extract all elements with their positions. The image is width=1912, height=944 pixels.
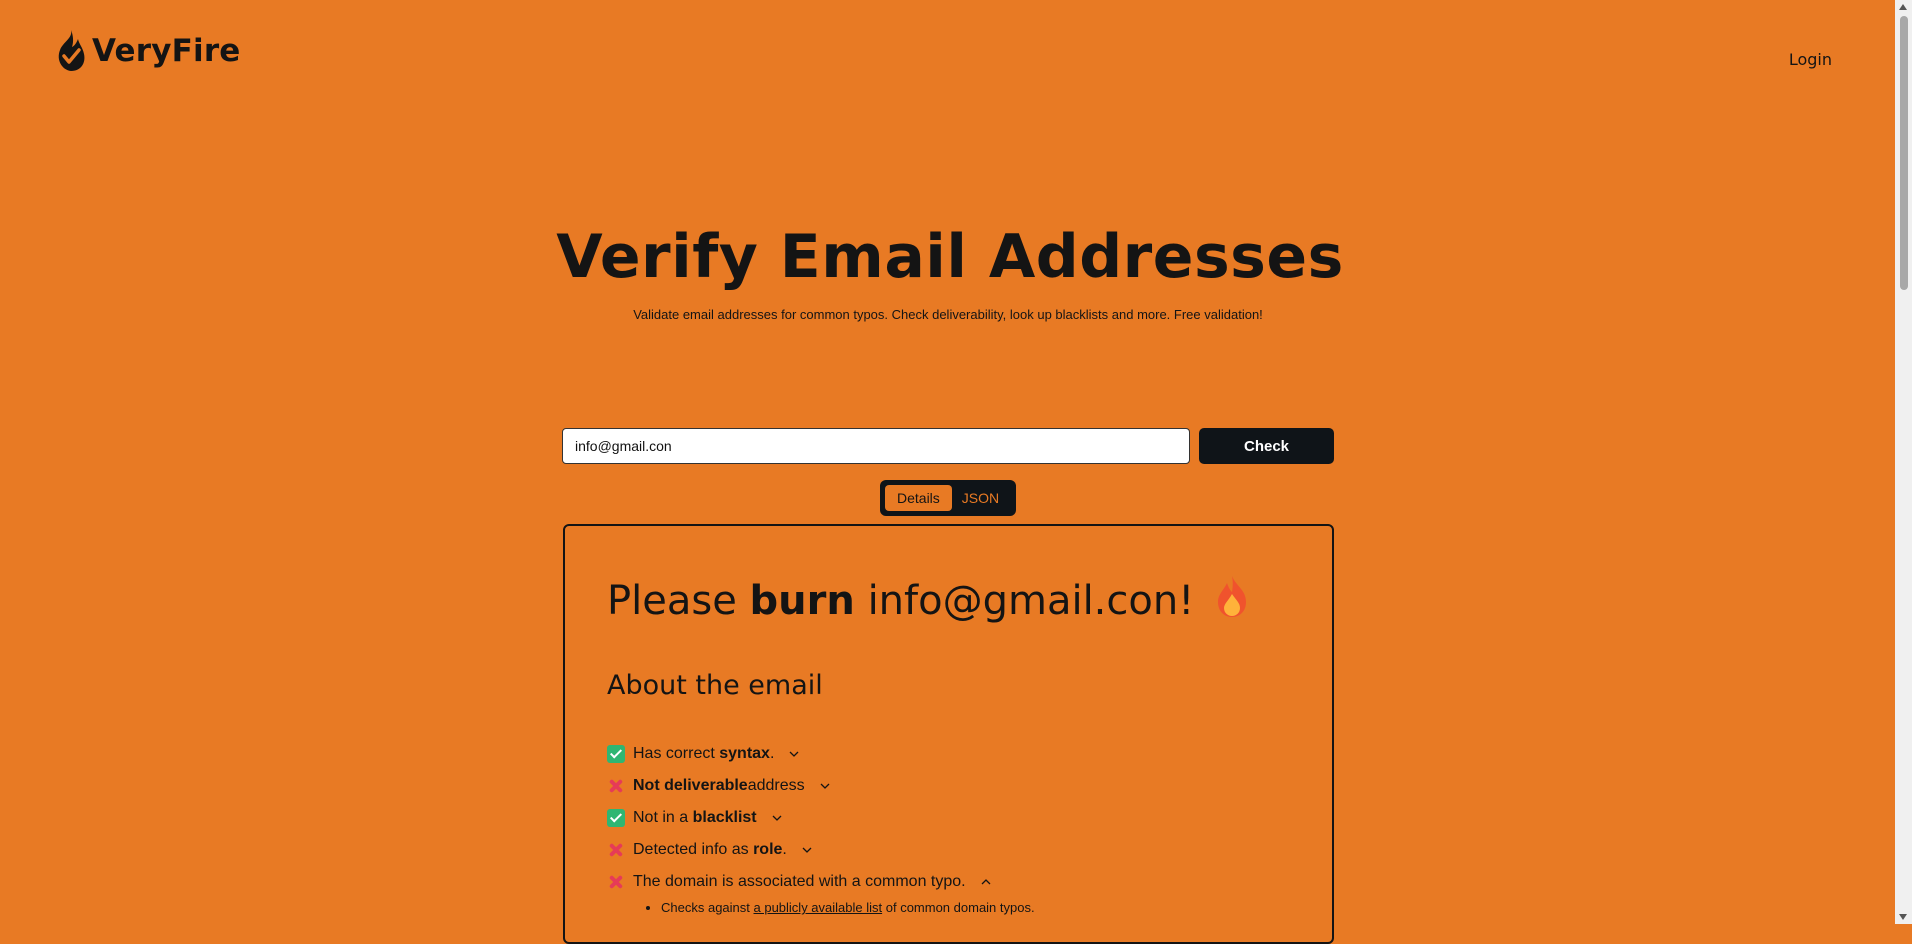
page-subtitle: Validate email addresses for common typo… xyxy=(633,307,1263,322)
email-input[interactable] xyxy=(562,428,1190,464)
check-deliverable[interactable]: Not deliverable address xyxy=(607,770,992,802)
check-text-pre: Not in a xyxy=(633,809,689,826)
logo[interactable]: VeryFire xyxy=(54,28,241,74)
detail-text-pre: Checks against xyxy=(661,900,754,915)
chevron-down-icon[interactable] xyxy=(771,812,783,824)
chevron-up-icon[interactable] xyxy=(980,876,992,888)
login-link[interactable]: Login xyxy=(1789,50,1832,69)
check-blacklist[interactable]: Not in a blacklist xyxy=(607,802,992,834)
check-text-post: address xyxy=(747,777,805,794)
check-role[interactable]: Detected info as role. xyxy=(607,834,992,866)
check-typo[interactable]: The domain is associated with a common t… xyxy=(607,866,992,898)
page-title: Verify Email Addresses xyxy=(556,222,1344,292)
tab-json[interactable]: JSON xyxy=(952,485,1009,511)
check-mark-icon xyxy=(607,809,625,827)
check-text-post: . xyxy=(769,745,775,762)
check-text-post: . xyxy=(782,841,787,858)
chevron-down-icon[interactable] xyxy=(788,748,800,760)
check-text-bold: syntax xyxy=(719,745,770,762)
check-syntax[interactable]: Has correct syntax. xyxy=(607,738,992,770)
cross-mark-icon xyxy=(607,777,625,795)
cross-mark-icon xyxy=(607,873,625,891)
headline-prefix: Please xyxy=(607,578,750,624)
check-text-pre: Has correct xyxy=(633,745,715,762)
check-text-bold: role xyxy=(753,841,783,858)
chevron-down-icon[interactable] xyxy=(801,844,813,856)
scrollbar[interactable] xyxy=(1895,0,1912,924)
typo-details-list: Checks against a publicly available list… xyxy=(647,900,1035,921)
check-text-bold: Not deliverable xyxy=(633,777,748,794)
tab-details[interactable]: Details xyxy=(885,485,952,511)
check-list: Has correct syntax. Not deliverable addr… xyxy=(607,738,992,898)
cross-mark-icon xyxy=(607,841,625,859)
check-text-pre: The domain is associated with a common t… xyxy=(633,873,966,890)
flame-logo-icon xyxy=(58,30,85,71)
view-toggle: Details JSON xyxy=(880,480,1016,516)
headline-verb: burn xyxy=(749,578,855,624)
check-button[interactable]: Check xyxy=(1199,428,1334,464)
detail-text-post: of common domain typos. xyxy=(882,900,1035,915)
about-heading: About the email xyxy=(607,670,823,701)
list-item: Checks against a publicly available list… xyxy=(661,900,1035,915)
scroll-thumb[interactable] xyxy=(1900,16,1908,290)
scroll-up-icon[interactable] xyxy=(1899,4,1907,10)
chevron-down-icon[interactable] xyxy=(819,780,831,792)
headline-email: info@gmail.con! xyxy=(867,578,1195,624)
check-mark-icon xyxy=(607,745,625,763)
brand-name: VeryFire xyxy=(92,33,241,69)
check-text-pre: Detected info as xyxy=(633,841,749,858)
fire-icon xyxy=(1214,574,1250,628)
result-headline: Please burn info@gmail.con! xyxy=(607,574,1250,628)
typo-list-link[interactable]: a publicly available list xyxy=(754,900,883,915)
result-card: Please burn info@gmail.con! About the em… xyxy=(563,524,1334,944)
check-text-bold: blacklist xyxy=(692,809,757,826)
scroll-down-icon[interactable] xyxy=(1899,914,1907,920)
